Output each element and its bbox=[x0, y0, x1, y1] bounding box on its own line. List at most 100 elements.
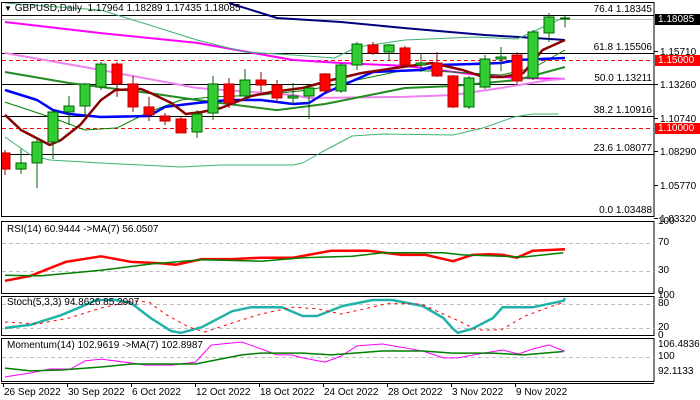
candle bbox=[511, 52, 523, 84]
candle-body bbox=[47, 111, 59, 143]
candle bbox=[431, 52, 443, 78]
candle bbox=[95, 62, 107, 91]
candle bbox=[479, 54, 491, 89]
candle-body bbox=[191, 113, 203, 133]
price-axis-label: 1.10740 bbox=[660, 113, 697, 125]
candle-body bbox=[63, 105, 75, 113]
candle-body bbox=[431, 62, 443, 77]
time-axis-label: 28 Oct 2022 bbox=[388, 387, 443, 398]
candle bbox=[399, 46, 411, 68]
main-plot bbox=[2, 3, 654, 189]
candle-body bbox=[351, 43, 363, 66]
candle-body bbox=[303, 87, 315, 97]
ma-navy-line bbox=[228, 3, 566, 41]
candle bbox=[495, 47, 507, 71]
candle bbox=[271, 80, 283, 104]
candle-body bbox=[31, 141, 43, 164]
candle-body bbox=[159, 115, 171, 122]
candle bbox=[239, 69, 251, 101]
rsi-axis-label: 30 bbox=[658, 265, 670, 276]
candle bbox=[31, 137, 43, 189]
current-price-tag: 1.18085 bbox=[655, 13, 700, 25]
time-axis-label: 24 Oct 2022 bbox=[324, 387, 379, 398]
candle-body bbox=[255, 79, 267, 86]
candle bbox=[560, 15, 570, 28]
stoch-title: Stoch(5,3,3) 94.8626 85.2907 bbox=[7, 297, 140, 308]
candle-body bbox=[543, 16, 555, 34]
candle-body bbox=[127, 83, 139, 108]
candle bbox=[159, 113, 171, 125]
candle-body bbox=[383, 44, 395, 53]
time-axis-label: 6 Oct 2022 bbox=[132, 387, 181, 398]
ohlc-open: 1.17964 bbox=[87, 3, 124, 14]
candle bbox=[63, 95, 75, 125]
candle-body bbox=[319, 73, 331, 92]
ohlc-close: 1.18085 bbox=[204, 3, 241, 14]
candle-body bbox=[207, 83, 219, 114]
rsi-series-line bbox=[4, 248, 566, 283]
candle-body bbox=[271, 84, 283, 99]
candle-body bbox=[143, 106, 155, 116]
band-lower-line bbox=[4, 113, 559, 168]
fib-level-label: 23.6 1.08077 bbox=[593, 142, 652, 154]
time-axis-label: 12 Oct 2022 bbox=[196, 387, 251, 398]
price-axis-label: 1.05770 bbox=[660, 180, 697, 192]
symbol-header: ▼ GBPUSD,Daily 1.17964 1.18289 1.17435 1… bbox=[4, 3, 240, 14]
fib-level-label: 50.0 1.13211 bbox=[594, 72, 652, 84]
candle bbox=[447, 75, 459, 109]
candle-body bbox=[95, 63, 107, 88]
ohlc-low: 1.17435 bbox=[165, 3, 202, 14]
time-axis-label: 26 Sep 2022 bbox=[4, 387, 61, 398]
candle-body bbox=[495, 56, 507, 60]
time-axis-label: 18 Oct 2022 bbox=[260, 387, 315, 398]
fib-level-label: 0.0 1.03488 bbox=[599, 204, 652, 216]
trading-chart-window: ▼ GBPUSD,Daily 1.17964 1.18289 1.17435 1… bbox=[0, 0, 700, 400]
candle-body bbox=[511, 54, 523, 82]
symbol-timeframe: GBPUSD,Daily bbox=[14, 3, 82, 14]
momentum-title: Momentum(14) 102.9619 ->MA(7) 102.8987 bbox=[7, 340, 203, 351]
candle bbox=[175, 116, 187, 134]
candle-body bbox=[399, 47, 411, 66]
rsi-series-line bbox=[4, 252, 564, 277]
candle-body bbox=[175, 118, 187, 134]
price-axis-label: 1.15710 bbox=[660, 46, 697, 58]
time-axis-label: 30 Sep 2022 bbox=[68, 387, 125, 398]
candle-body bbox=[527, 31, 539, 79]
fib-level-label: 76.4 1.18345 bbox=[593, 3, 652, 15]
candle-body bbox=[447, 75, 459, 108]
collapse-triangle-icon[interactable]: ▼ bbox=[4, 4, 12, 13]
candle bbox=[127, 75, 139, 112]
price-axis-label: 1.13260 bbox=[660, 79, 697, 91]
time-axis-label: 9 Nov 2022 bbox=[516, 387, 568, 398]
main-price-panel bbox=[1, 2, 655, 217]
candle-body bbox=[415, 62, 427, 66]
candle bbox=[351, 41, 363, 71]
rsi-axis-label: 100 bbox=[658, 216, 675, 227]
candle bbox=[207, 75, 219, 120]
candle-body bbox=[287, 95, 299, 99]
candle-body bbox=[79, 83, 91, 107]
candle bbox=[335, 62, 347, 94]
stoch-axis-label: 80 bbox=[658, 298, 670, 309]
price-axis-label: 1.08290 bbox=[660, 146, 697, 158]
candle bbox=[527, 29, 539, 81]
candle-body bbox=[367, 44, 379, 54]
candle-body bbox=[239, 79, 251, 97]
candle bbox=[383, 44, 395, 60]
candle bbox=[191, 110, 203, 138]
rsi-title: RSI(14) 60.9444 ->MA(7) 56.0507 bbox=[7, 224, 159, 235]
time-axis-label: 3 Nov 2022 bbox=[452, 387, 504, 398]
momentum-axis-label: 106.4836 bbox=[658, 338, 700, 350]
candle-body bbox=[15, 162, 27, 170]
candle bbox=[463, 75, 475, 109]
candle bbox=[47, 110, 59, 160]
fib-level-label: 38.2 1.10916 bbox=[593, 104, 652, 116]
candle-body bbox=[479, 58, 491, 88]
ohlc-high: 1.18289 bbox=[126, 3, 163, 14]
momentum-axis-label: 100 bbox=[658, 351, 675, 362]
candle-body bbox=[335, 64, 347, 92]
candle-body bbox=[111, 63, 123, 85]
candle bbox=[255, 72, 267, 92]
candle bbox=[15, 149, 27, 174]
candle bbox=[79, 82, 91, 117]
